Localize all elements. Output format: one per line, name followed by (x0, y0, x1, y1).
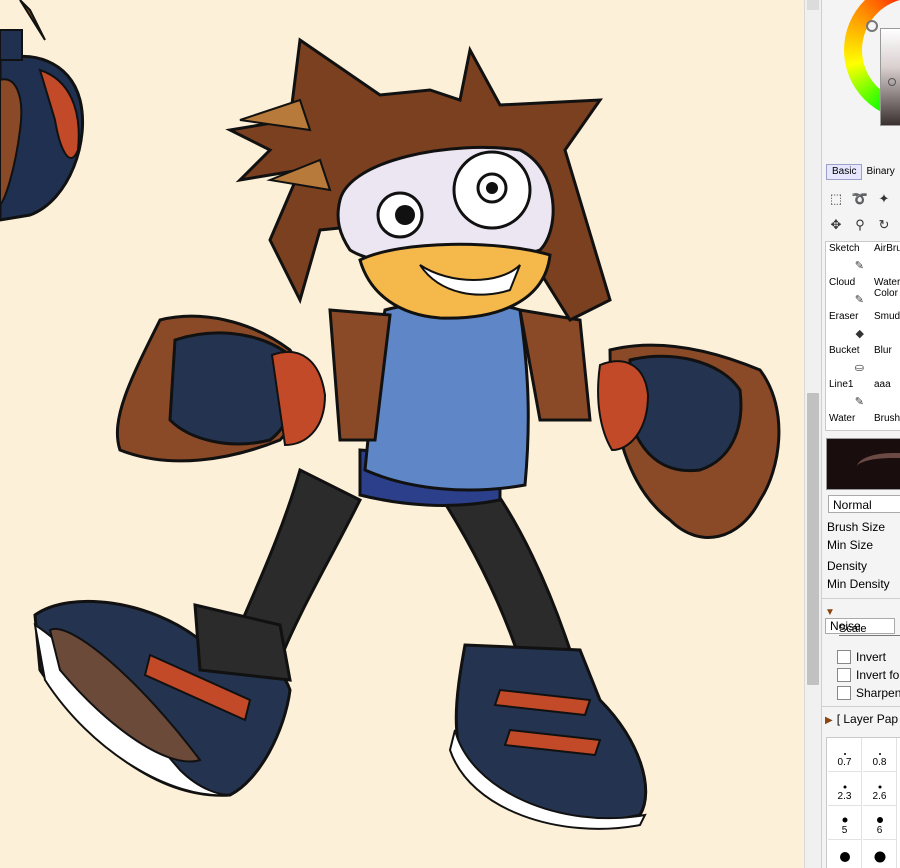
brush-tool-grid: Sketch ✎ AirBru Cloud ✎ Water Color Eraser ◆… (825, 241, 900, 431)
pen-icon: ✎ (854, 294, 864, 306)
size-preset[interactable]: 5 (828, 806, 862, 840)
size-preset[interactable] (828, 840, 862, 868)
brush-blur[interactable]: Blur (871, 344, 900, 377)
brush-preview (826, 438, 900, 490)
bucket-icon: ⛀ (854, 362, 864, 374)
size-preset[interactable]: 2.3 (828, 772, 862, 806)
character-illustration (0, 0, 781, 830)
brush-bucket[interactable]: Bucket ⛀ (826, 344, 870, 377)
tab-binary[interactable]: Binary (865, 164, 900, 180)
eraser-icon: ◆ (855, 328, 864, 340)
pen-icon: ✎ (854, 396, 864, 408)
expand-triangle-icon: ▶ (825, 715, 833, 726)
head (225, 37, 612, 322)
partial-character-left (0, 0, 85, 222)
brush-brush[interactable]: Brush (871, 412, 900, 430)
tool-panel: Basic Binary ⬚ ➰ ✦ ✥ ⚲ ↻ Sketch ✎ AirBru … (821, 0, 900, 868)
left-hand (115, 314, 327, 463)
zoom-icon[interactable]: ⚲ (850, 215, 870, 235)
selection-tools-row: ⬚ ➰ ✦ (826, 189, 894, 209)
magic-wand-icon[interactable]: ✦ (874, 189, 894, 209)
pen-icon: ✎ (854, 260, 864, 272)
invert-fo-checkbox[interactable]: Invert fo (837, 668, 899, 682)
scroll-up-arrow[interactable] (807, 0, 819, 10)
layer-paper-section[interactable]: ▶[ Layer Pap (825, 712, 898, 726)
min-size-label: Min Size (827, 538, 874, 552)
brush-eraser[interactable]: Eraser ◆ (826, 310, 870, 343)
saturation-value-square[interactable] (880, 28, 900, 126)
brush-size-presets: 0.7 0.8 2.3 2.6 5 6 (826, 737, 900, 868)
collapse-triangle-icon[interactable]: ▼ (825, 607, 835, 618)
brush-line1[interactable]: Line1 ✎ (826, 378, 870, 411)
brush-smudge[interactable]: Smud (871, 310, 900, 343)
rotate-icon[interactable]: ↻ (874, 215, 894, 235)
right-shoe (448, 643, 648, 830)
min-density-label: Min Density (827, 577, 890, 591)
size-preset[interactable]: 0.8 (863, 738, 897, 772)
sharpen-checkbox[interactable]: Sharpen (837, 686, 900, 700)
brush-size-label: Brush Size (827, 520, 886, 534)
right-hand (597, 343, 781, 539)
blend-mode-select[interactable]: Normal (828, 495, 900, 513)
brush-airbrush[interactable]: AirBru (871, 242, 900, 275)
size-preset[interactable]: 0.7 (828, 738, 862, 772)
left-shoe (33, 599, 292, 797)
brush-aaa[interactable]: aaa (871, 378, 900, 411)
size-preset[interactable] (863, 840, 897, 868)
size-preset[interactable]: 2.6 (863, 772, 897, 806)
brush-water[interactable]: Water (826, 412, 870, 430)
brush-sketch[interactable]: Sketch ✎ (826, 242, 870, 275)
hue-picker-knob[interactable] (866, 20, 878, 32)
brush-tabs: Basic Binary (826, 164, 900, 180)
tab-basic[interactable]: Basic (826, 164, 863, 180)
density-label: Density (827, 559, 868, 573)
scale-slider[interactable]: Scale (839, 623, 900, 636)
vertical-scrollbar[interactable] (804, 0, 821, 868)
navigation-tools-row: ✥ ⚲ ↻ (826, 215, 894, 235)
invert-checkbox[interactable]: Invert (837, 650, 886, 664)
scrollbar-thumb[interactable] (807, 393, 819, 685)
sv-picker-knob[interactable] (888, 78, 896, 86)
brush-watercolor[interactable]: Water Color (871, 276, 900, 309)
size-preset[interactable]: 6 (863, 806, 897, 840)
brush-cloud[interactable]: Cloud ✎ (826, 276, 870, 309)
torso (328, 301, 592, 492)
lasso-icon[interactable]: ➰ (850, 189, 870, 209)
move-icon[interactable]: ✥ (826, 215, 846, 235)
drawing-canvas[interactable] (0, 0, 804, 868)
select-rect-icon[interactable]: ⬚ (826, 189, 846, 209)
